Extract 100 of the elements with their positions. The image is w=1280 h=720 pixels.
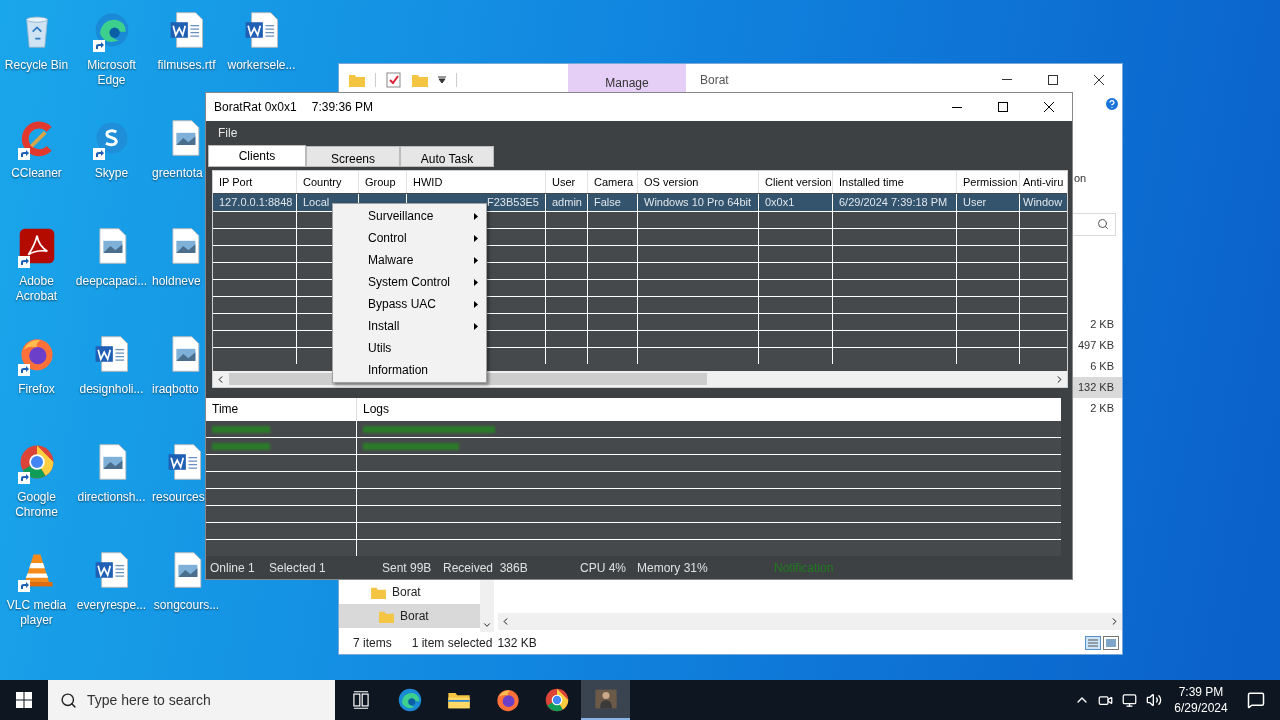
menu-item[interactable]: Control <box>333 227 486 249</box>
window-time: 7:39:36 PM <box>311 99 374 116</box>
shortcut-arrow-icon <box>92 148 105 160</box>
help-icon[interactable] <box>1104 96 1120 112</box>
details-view-icon[interactable] <box>1085 636 1101 650</box>
file-size: 2 KB <box>1089 316 1115 332</box>
checklist-icon[interactable] <box>386 71 402 88</box>
desktop-icon-label: deepcapaci... <box>75 274 148 289</box>
column-header[interactable]: Permission <box>957 171 1020 193</box>
acrobat-icon <box>17 227 56 265</box>
desktop-icon-label: CCleaner <box>11 166 62 181</box>
windows-logo-icon <box>16 692 32 708</box>
desktop-icon-label: songcours... <box>153 598 220 613</box>
folder-icon <box>379 609 394 623</box>
notification-text: Notification <box>774 560 834 577</box>
network-icon[interactable] <box>1122 692 1137 708</box>
large-icons-view-icon[interactable] <box>1103 636 1119 650</box>
blurred-text <box>212 425 270 433</box>
desktop-icon-label: workersele... <box>227 58 296 73</box>
status-text: 1 item selected <box>411 635 493 652</box>
column-header[interactable]: Camera <box>588 171 638 193</box>
desktop-icon-label: holdneve <box>151 274 201 289</box>
column-header[interactable]: Anti-viru <box>1020 171 1067 193</box>
folder-icon <box>371 585 386 599</box>
table-cell-text: Windows 10 Pro 64bit <box>644 195 751 211</box>
scroll-down-icon[interactable] <box>482 620 492 630</box>
maximize-icon <box>998 102 1008 112</box>
menu-item[interactable]: Install <box>333 315 486 337</box>
submenu-arrow-icon <box>474 212 478 220</box>
status-text: Received 386B <box>443 561 528 575</box>
table-cell-text: False <box>594 195 621 211</box>
blurred-text <box>212 442 270 450</box>
desktop-icon-label: greentota <box>151 166 203 181</box>
column-header[interactable]: Client version <box>759 171 833 193</box>
column-header[interactable]: IP Port <box>213 171 297 193</box>
notifications-icon[interactable] <box>1247 691 1265 709</box>
status-text: Selected 1 <box>269 561 326 575</box>
menu-item[interactable]: Malware <box>333 249 486 271</box>
column-header[interactable]: Logs <box>357 398 1061 420</box>
nav-item[interactable]: Borat <box>339 604 480 628</box>
chrome-icon <box>543 687 570 713</box>
desktop-icon-label: resources <box>151 490 205 505</box>
shortcut-arrow-icon <box>17 256 30 268</box>
submenu-arrow-icon <box>474 256 478 264</box>
submenu-arrow-icon <box>474 278 478 286</box>
status-text: CPU 4% <box>580 561 626 575</box>
window-title: Borat <box>700 71 729 89</box>
table-cell-text: 6/29/2024 7:39:18 PM <box>839 195 948 211</box>
edge-icon <box>396 687 423 713</box>
table-cell-text: 0x0x1 <box>765 195 795 211</box>
nav-item[interactable]: Borat <box>339 580 480 604</box>
shortcut-arrow-icon <box>17 364 30 376</box>
table-row[interactable]: 127.0.0.1:8848 Local F23B53E5 admin False Windows 10 Pro 64bit 0x0x1 6/29/2024 7:39:18 PM User Window <box>213 194 1067 211</box>
shortcut-arrow-icon <box>92 40 105 52</box>
menu-item[interactable]: Information <box>333 359 486 381</box>
table-cell-text: admin <box>552 195 582 211</box>
column-header[interactable]: HWID <box>407 171 546 193</box>
menu-item[interactable]: Utils <box>333 337 486 359</box>
column-header[interactable]: Country <box>297 171 359 193</box>
window-title: BoratRat 0x0x1 <box>214 99 297 116</box>
tab[interactable]: Auto Task <box>400 146 494 167</box>
desktop-icon-label: everyrespe... <box>76 598 147 613</box>
menu-item[interactable]: Bypass UAC <box>333 293 486 315</box>
tab[interactable]: Screens <box>306 146 400 167</box>
close-icon <box>1044 102 1054 112</box>
column-header[interactable]: Group <box>359 171 407 193</box>
desktop-icon-label: iraqbotto <box>151 382 199 397</box>
menu-item[interactable]: File <box>218 124 238 142</box>
dropdown-icon[interactable] <box>438 75 446 84</box>
desktop-icon-label: Microsoft Edge <box>86 58 137 88</box>
shortcut-arrow-icon <box>17 580 30 592</box>
volume-icon[interactable] <box>1146 692 1162 708</box>
search-field[interactable]: Type here to search <box>48 680 335 720</box>
desktop-icon-label: filmuses.rtf <box>157 58 216 73</box>
horizontal-scrollbar[interactable] <box>498 613 1122 630</box>
menu-item[interactable]: System Control <box>333 271 486 293</box>
status-text: Sent 99B <box>382 561 432 575</box>
submenu-arrow-icon <box>474 234 478 242</box>
table-cell-text: Window <box>1023 195 1063 211</box>
desktop-icon-label: Firefox <box>18 382 55 397</box>
search-icon <box>1097 218 1109 230</box>
desktop-icon-label: Google Chrome <box>14 490 59 520</box>
status-text: 132 KB <box>497 635 537 652</box>
desktop-icon-label: designholi... <box>79 382 144 397</box>
desktop-icon-label: Skype <box>94 166 129 181</box>
close-icon <box>1094 74 1104 85</box>
desktop-icon-label: Recycle Bin <box>4 58 69 73</box>
minimize-icon <box>952 106 962 108</box>
column-header[interactable]: User <box>546 171 588 193</box>
clock[interactable]: 7:39 PM 6/29/2024 <box>1170 684 1232 716</box>
table-cell-text: F23B53E5 <box>487 195 539 211</box>
table-cell-text: 127.0.0.1:8848 <box>219 195 293 211</box>
file-size: 2 KB <box>1089 400 1115 416</box>
file-size: 497 KB <box>1076 337 1115 353</box>
status-text: Memory 31% <box>637 561 708 575</box>
submenu-arrow-icon <box>474 322 478 330</box>
column-header[interactable]: OS version <box>638 171 759 193</box>
firefox-icon <box>494 687 521 713</box>
column-header[interactable]: Installed time <box>833 171 957 193</box>
tab[interactable]: Clients <box>208 145 306 167</box>
